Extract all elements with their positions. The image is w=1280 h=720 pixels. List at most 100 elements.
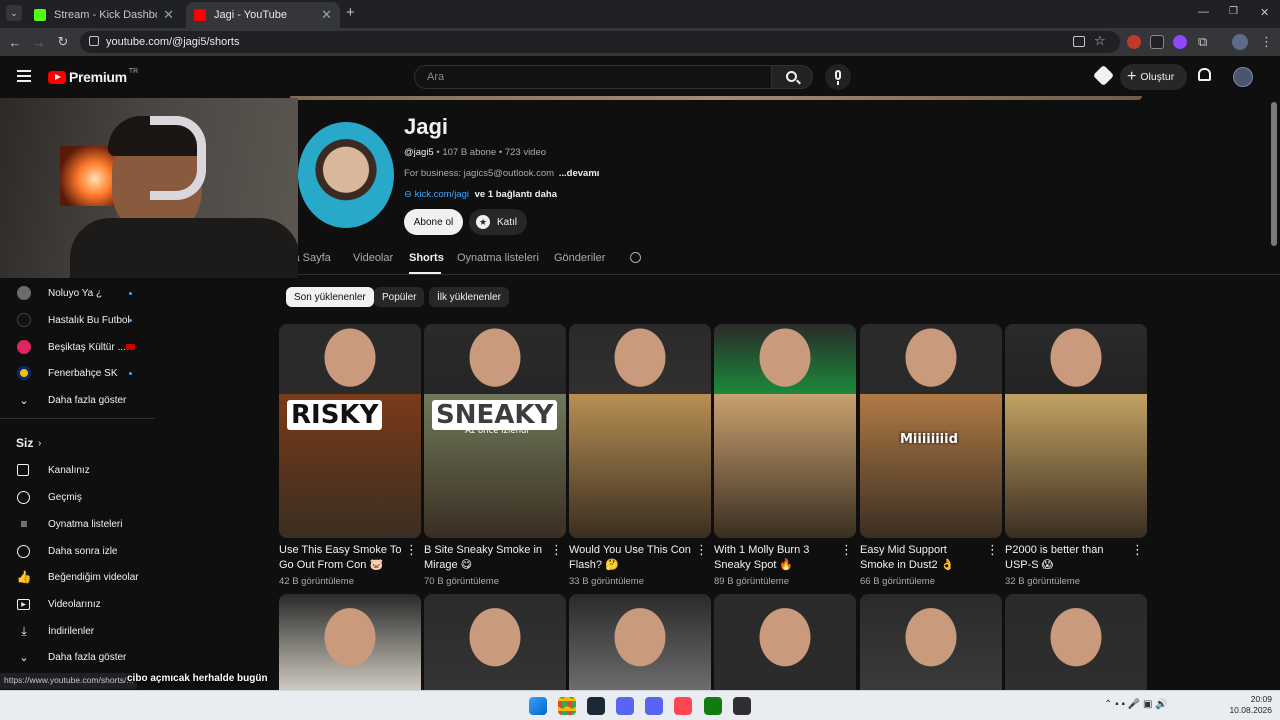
short-card[interactable]: RISKY Use This Easy Smoke To Go Out From …: [279, 324, 421, 587]
sidebar-item-history[interactable]: Geçmiş: [0, 486, 155, 508]
notifications-bell-icon[interactable]: [1198, 68, 1211, 81]
join-button[interactable]: ★ Katıl: [469, 209, 527, 235]
more-links[interactable]: ve 1 bağlantı daha: [475, 189, 557, 200]
sidebar-item-your-videos[interactable]: ▶ Videolarınız: [0, 593, 155, 615]
sidebar-item-your-channel[interactable]: Kanalınız: [0, 459, 155, 481]
obs-icon[interactable]: [733, 697, 751, 715]
reload-icon[interactable]: ↻: [54, 33, 72, 51]
short-thumbnail[interactable]: RISKY: [279, 324, 421, 538]
more-actions-icon[interactable]: ⋮: [986, 543, 999, 563]
discord-icon[interactable]: [645, 697, 663, 715]
browser-menu-icon[interactable]: ⋮: [1260, 34, 1273, 50]
page-scrollbar-thumb[interactable]: [1271, 102, 1277, 246]
filter-chip-latest[interactable]: Son yüklenenler: [286, 287, 374, 307]
xbox-icon[interactable]: [704, 697, 722, 715]
guide-menu-icon[interactable]: [17, 70, 31, 82]
cast-sparkle-icon[interactable]: [1092, 64, 1115, 87]
voice-search-button[interactable]: [825, 64, 851, 90]
extension-icon[interactable]: [1150, 35, 1164, 49]
sidebar-show-more[interactable]: ⌄ Daha fazla göster: [0, 646, 155, 668]
channel-description[interactable]: For business: jagics5@outlook.com ...dev…: [404, 168, 599, 179]
sidebar-subscription[interactable]: Noluyo Ya ¿: [0, 282, 155, 304]
bookmark-star-icon[interactable]: ☆: [1094, 33, 1106, 49]
short-title[interactable]: With 1 Molly Burn 3 Sneaky Spot 🔥: [714, 543, 838, 573]
sidebar-item-watch-later[interactable]: Daha sonra izle: [0, 540, 155, 562]
search-button[interactable]: [771, 65, 813, 89]
browser-tab-kick[interactable]: Stream - Kick Dashboard ✕: [26, 2, 182, 28]
new-tab-button[interactable]: +: [346, 4, 360, 22]
youtube-logo[interactable]: Premium TR: [48, 68, 138, 85]
short-title[interactable]: Easy Mid Support Smoke in Dust2 👌: [860, 543, 984, 573]
more-actions-icon[interactable]: ⋮: [1131, 543, 1144, 563]
address-bar[interactable]: youtube.com/@jagi5/shorts ☆: [80, 31, 1120, 53]
channel-avatar[interactable]: [298, 122, 394, 228]
tab-videos[interactable]: Videolar: [353, 252, 393, 264]
minimize-button[interactable]: —: [1198, 6, 1209, 18]
create-button[interactable]: + Oluştur: [1120, 64, 1187, 90]
search-input[interactable]: Ara: [414, 65, 772, 89]
short-title[interactable]: Use This Easy Smoke To Go Out From Con 🐷: [279, 543, 403, 573]
sidebar-item-downloads[interactable]: ⤓ İndirilenler: [0, 620, 155, 642]
more-actions-icon[interactable]: ⋮: [840, 543, 853, 563]
short-thumbnail[interactable]: [1005, 324, 1147, 538]
close-icon[interactable]: ✕: [163, 7, 174, 23]
channel-search-icon[interactable]: [630, 252, 641, 263]
install-app-icon[interactable]: [1073, 36, 1085, 47]
short-thumbnail[interactable]: Miiiiiiiid: [860, 324, 1002, 538]
more-link[interactable]: ...devamı: [559, 168, 600, 179]
sidebar-show-more[interactable]: ⌄ Daha fazla göster: [0, 389, 155, 411]
more-actions-icon[interactable]: ⋮: [695, 543, 708, 563]
close-window-button[interactable]: ✕: [1260, 6, 1269, 19]
browser-tab-youtube[interactable]: Jagi - YouTube ✕: [186, 2, 340, 28]
sidebar-you-header[interactable]: Siz ›: [0, 432, 155, 454]
short-card[interactable]: Miiiiiiiid Easy Mid Support Smoke in Dust…: [860, 324, 1002, 587]
short-thumbnail[interactable]: [569, 324, 711, 538]
tab-playlists[interactable]: Oynatma listeleri: [457, 252, 539, 264]
short-thumbnail[interactable]: [279, 594, 421, 690]
discord-icon[interactable]: [616, 697, 634, 715]
short-card[interactable]: SNEAKY Az önce izlendi B Site Sneaky Smoke…: [424, 324, 566, 587]
short-title[interactable]: P2000 is better than USP-S 😱: [1005, 543, 1129, 573]
short-card[interactable]: Would You Use This Con Flash? 🤔 33 B görü…: [569, 324, 711, 587]
short-title[interactable]: Would You Use This Con Flash? 🤔: [569, 543, 693, 573]
short-card[interactable]: With 1 Molly Burn 3 Sneaky Spot 🔥 89 B gö…: [714, 324, 856, 587]
profile-avatar[interactable]: [1232, 34, 1248, 50]
more-actions-icon[interactable]: ⋮: [550, 543, 563, 563]
tab-posts[interactable]: Gönderiler: [554, 252, 605, 264]
filter-chip-popular[interactable]: Popüler: [374, 287, 425, 307]
sidebar-item-liked[interactable]: 👍 Beğendiğim videolar: [0, 566, 155, 588]
sidebar-subscription[interactable]: Fenerbahçe SK: [0, 362, 155, 384]
valorant-icon[interactable]: [674, 697, 692, 715]
tab-search-button[interactable]: ⌄: [6, 5, 22, 21]
forward-icon[interactable]: →: [30, 33, 48, 51]
short-thumbnail[interactable]: [714, 324, 856, 538]
restore-button[interactable]: ❐: [1229, 6, 1238, 17]
chrome-icon[interactable]: [558, 697, 576, 715]
filter-chip-oldest[interactable]: İlk yüklenenler: [429, 287, 509, 307]
subscribe-button[interactable]: Abone ol: [404, 209, 463, 235]
kick-link[interactable]: kick.com/jagi: [415, 189, 469, 200]
short-thumbnail[interactable]: [569, 594, 711, 690]
short-thumbnail[interactable]: [1005, 594, 1147, 690]
sidebar-item-playlists[interactable]: ≡ Oynatma listeleri: [0, 513, 155, 535]
windows-start-icon[interactable]: [529, 697, 547, 715]
steam-icon[interactable]: [587, 697, 605, 715]
extension-icon[interactable]: [1173, 35, 1187, 49]
tab-shorts[interactable]: Shorts: [409, 252, 444, 264]
close-icon[interactable]: ✕: [321, 7, 332, 23]
back-icon[interactable]: ←: [6, 33, 24, 51]
system-tray[interactable]: ⌃ ▪ ▪ 🎤 ▣ 🔊: [1104, 699, 1222, 713]
short-thumbnail[interactable]: [860, 594, 1002, 690]
short-card[interactable]: P2000 is better than USP-S 😱 32 B görüntü…: [1005, 324, 1147, 587]
sidebar-subscription[interactable]: Hastalık Bu Futbol: [0, 309, 155, 331]
short-thumbnail[interactable]: [714, 594, 856, 690]
site-info-icon[interactable]: [89, 36, 99, 46]
short-title[interactable]: B Site Sneaky Smoke in Mirage 😋: [424, 543, 548, 573]
short-thumbnail[interactable]: [424, 594, 566, 690]
short-thumbnail[interactable]: SNEAKY Az önce izlendi: [424, 324, 566, 538]
taskbar-clock[interactable]: 20:09 10.08.2026: [1228, 694, 1272, 716]
extensions-puzzle-icon[interactable]: ⧉: [1198, 34, 1207, 50]
sidebar-subscription[interactable]: Beşiktaş Kültür ...: [0, 336, 155, 358]
account-avatar[interactable]: [1233, 67, 1253, 87]
extension-icon[interactable]: [1127, 35, 1141, 49]
